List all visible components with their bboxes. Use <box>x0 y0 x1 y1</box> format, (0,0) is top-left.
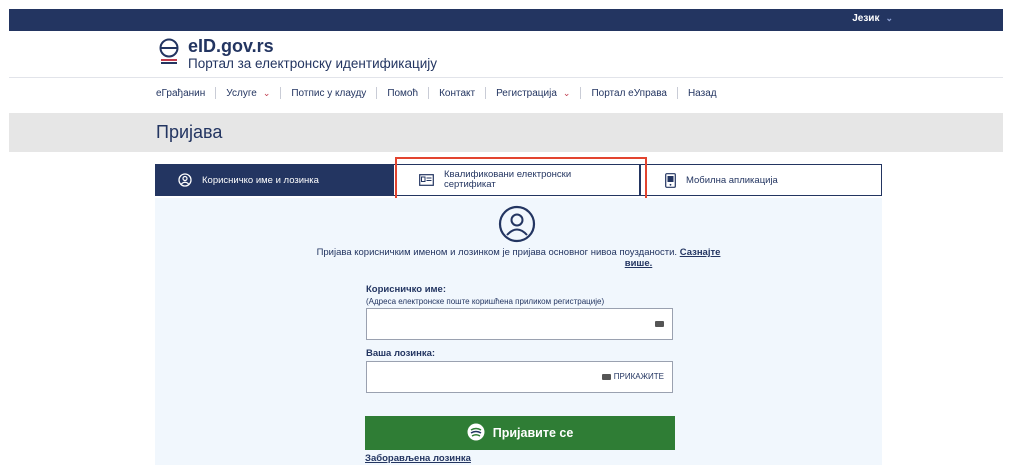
site-title: eID.gov.rs <box>188 36 274 56</box>
nav-item-label: Контакт <box>439 87 476 99</box>
highlight-box <box>395 157 647 202</box>
password-input[interactable]: ПРИКАЖИТЕ <box>366 361 673 393</box>
top-bar: Језик ⌄ <box>9 9 1003 31</box>
nav-item-label: Потпис у клауду <box>291 87 367 99</box>
site-logo[interactable]: eID.gov.rs Портал за електронску идентиф… <box>158 36 437 72</box>
nav-item-nazad[interactable]: Назад <box>678 88 727 99</box>
tab-mobile-app[interactable]: Мобилна апликација <box>640 164 882 196</box>
language-selector[interactable]: Језик ⌄ <box>852 13 893 24</box>
info-text: Пријава корисничким именом и лозинком је… <box>316 247 678 258</box>
tab-label: Мобилна апликација <box>686 174 778 186</box>
language-label: Језик <box>852 13 880 24</box>
main-nav: eГрађанин Услуге ⌄ Потпис у клауду Помоћ … <box>156 84 727 102</box>
nav-item-label: Помоћ <box>387 87 419 99</box>
keyboard-icon[interactable] <box>655 321 664 327</box>
nav-item-label: eГрађанин <box>156 87 206 99</box>
nav-item-usluge[interactable]: Услуге ⌄ <box>216 88 280 99</box>
show-password-label: ПРИКАЖИТЕ <box>613 372 664 381</box>
nav-item-registracija[interactable]: Регистрација ⌄ <box>486 88 580 99</box>
show-password-button[interactable]: ПРИКАЖИТЕ <box>601 372 664 381</box>
password-label: Ваша лозинка: <box>366 348 436 359</box>
username-label: Корисничко име: <box>366 284 447 295</box>
learn-more-link-continued[interactable]: више. <box>625 258 653 269</box>
chevron-down-icon: ⌄ <box>562 87 571 98</box>
keyboard-icon <box>601 373 611 380</box>
username-input[interactable] <box>366 308 673 340</box>
nav-item-kontakt[interactable]: Контакт <box>429 88 485 99</box>
tab-label: Корисничко име и лозинка <box>202 174 319 186</box>
nav-item-pomoc[interactable]: Помоћ <box>377 88 428 99</box>
user-avatar-icon <box>498 205 536 248</box>
eid-emblem-icon <box>467 423 485 444</box>
page-title: Пријава <box>156 122 223 142</box>
login-info: Пријава корисничким именом и лозинком је… <box>155 247 882 269</box>
nav-item-egradjanin[interactable]: eГрађанин <box>156 88 215 99</box>
username-hint: (Адреса електронске поште коришћена прил… <box>366 297 605 306</box>
nav-item-label: Услуге <box>226 87 257 99</box>
nav-item-label: Регистрација <box>496 87 557 99</box>
learn-more-link[interactable]: Сазнајте <box>680 247 721 258</box>
login-button[interactable]: Пријавите се <box>365 416 675 450</box>
site-subtitle: Портал за електронску идентификацију <box>188 56 437 71</box>
user-circle-icon <box>178 173 192 187</box>
login-button-label: Пријавите се <box>492 426 574 440</box>
page-title-bar: Пријава <box>9 113 1003 152</box>
mobile-phone-icon <box>665 172 676 188</box>
tab-username-password[interactable]: Корисничко име и лозинка <box>155 164 393 196</box>
chevron-down-icon: ⌄ <box>885 13 893 23</box>
nav-item-potpis[interactable]: Потпис у клауду <box>281 88 376 99</box>
header-divider <box>9 77 1003 78</box>
chevron-down-icon: ⌄ <box>262 87 271 98</box>
login-panel: Пријава корисничким именом и лозинком је… <box>155 198 882 465</box>
nav-item-euprava[interactable]: Портал еУправа <box>581 88 677 99</box>
nav-item-label: Портал еУправа <box>591 87 667 99</box>
eid-logo-icon <box>158 38 180 64</box>
nav-item-label: Назад <box>687 87 717 99</box>
forgot-password-link[interactable]: Заборављена лозинка <box>365 453 471 464</box>
